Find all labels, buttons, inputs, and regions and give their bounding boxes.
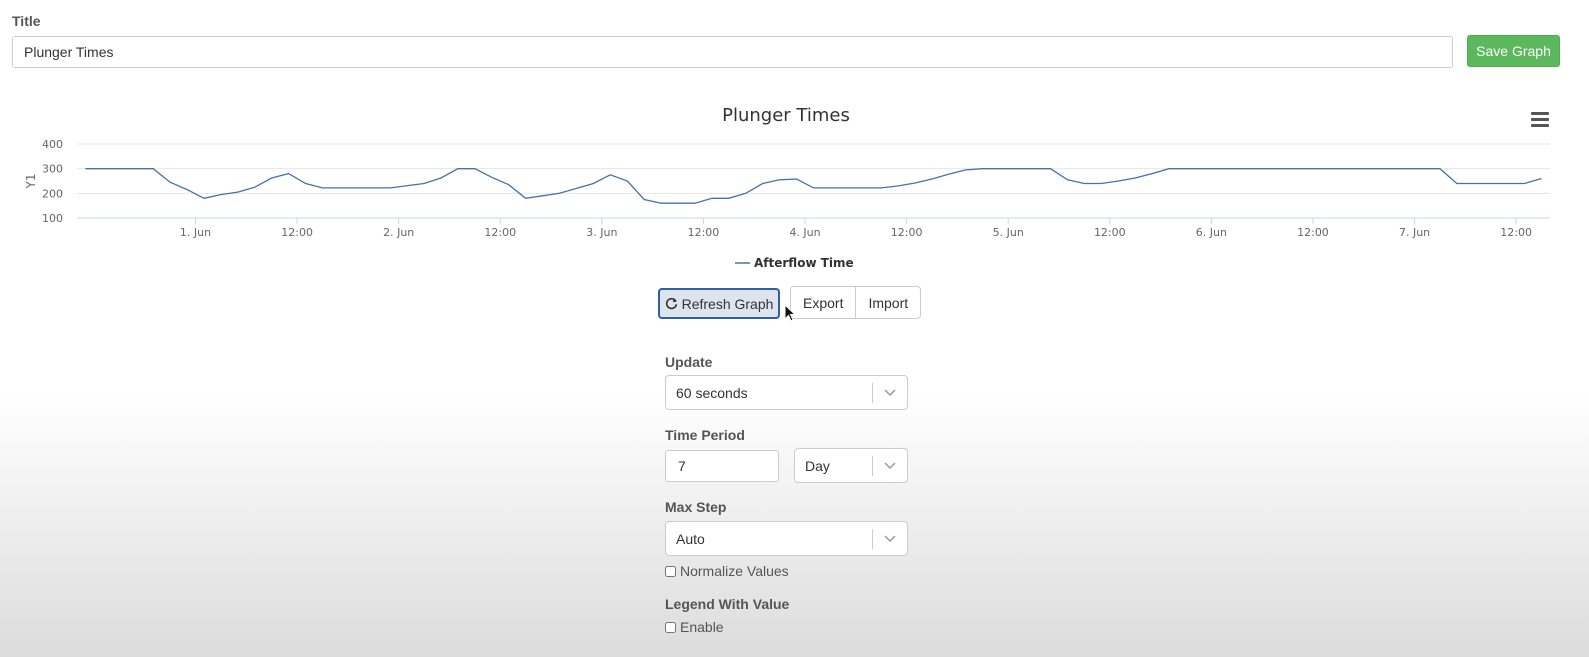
update-select[interactable]: 60 seconds [665,375,908,410]
x-tick-label: 4. Jun [789,226,820,239]
normalize-values-label: Normalize Values [680,563,789,579]
update-select-value: 60 seconds [676,384,748,401]
chevron-down-icon [873,461,907,470]
series-line-afterflow-time [85,168,1542,204]
y-axis-label: Y1 [24,174,38,190]
y-tick-label: 400 [42,138,63,151]
max-step-value: Auto [676,530,705,547]
x-tick-label: 7. Jun [1399,226,1430,239]
x-tick-label: 12:00 [1297,226,1329,239]
normalize-values-checkbox[interactable] [665,565,676,577]
time-unit-value: Day [805,457,830,474]
y-tick-label: 200 [42,187,63,200]
title-input[interactable] [12,36,1453,68]
mouse-pointer-icon [784,304,796,322]
hamburger-icon[interactable] [1531,112,1549,128]
chart-title: Plunger Times [722,105,850,126]
x-tick-label: 6. Jun [1196,226,1227,239]
x-tick-label: 12:00 [1094,226,1126,239]
x-tick-label: 1. Jun [180,226,211,239]
title-label: Title [12,13,41,29]
y-tick-label: 300 [42,163,63,176]
x-tick-label: 12:00 [1500,226,1532,239]
time-unit-select[interactable]: Day [794,448,908,483]
export-button[interactable]: Export [790,286,857,319]
chevron-down-icon [873,388,907,397]
refresh-graph-label: Refresh Graph [681,295,774,312]
time-period-input[interactable] [665,450,779,482]
legend-item-afterflow-time: Afterflow Time [754,256,854,270]
time-period-label: Time Period [665,427,745,443]
enable-checkbox[interactable] [665,621,676,633]
import-button[interactable]: Import [856,286,922,319]
save-graph-button[interactable]: Save Graph [1467,35,1560,67]
enable-row[interactable]: Enable [665,619,724,635]
export-import-group: Export Import [790,286,922,319]
max-step-select[interactable]: Auto [665,521,908,556]
normalize-values-row[interactable]: Normalize Values [665,563,789,579]
max-step-label: Max Step [665,499,727,515]
x-tick-label: 12:00 [688,226,720,239]
enable-label: Enable [680,619,724,635]
refresh-icon [665,297,677,310]
x-tick-label: 5. Jun [993,226,1024,239]
chart-container: Plunger Times 100 200 300 400 Y1 1. Jun 12:00 2.… [0,90,1589,278]
x-tick-label: 2. Jun [383,226,414,239]
x-tick-label: 12:00 [484,226,516,239]
legend-with-value-label: Legend With Value [665,596,790,612]
x-tick-label: 12:00 [891,226,923,239]
x-tick-label: 3. Jun [586,226,617,239]
chevron-down-icon [873,534,907,543]
y-tick-label: 100 [42,212,63,225]
x-tick-label: 12:00 [281,226,313,239]
update-label: Update [665,354,713,370]
chart: Plunger Times 100 200 300 400 Y1 1. Jun 12:00 2.… [24,105,1550,270]
refresh-graph-button[interactable]: Refresh Graph [658,288,780,319]
